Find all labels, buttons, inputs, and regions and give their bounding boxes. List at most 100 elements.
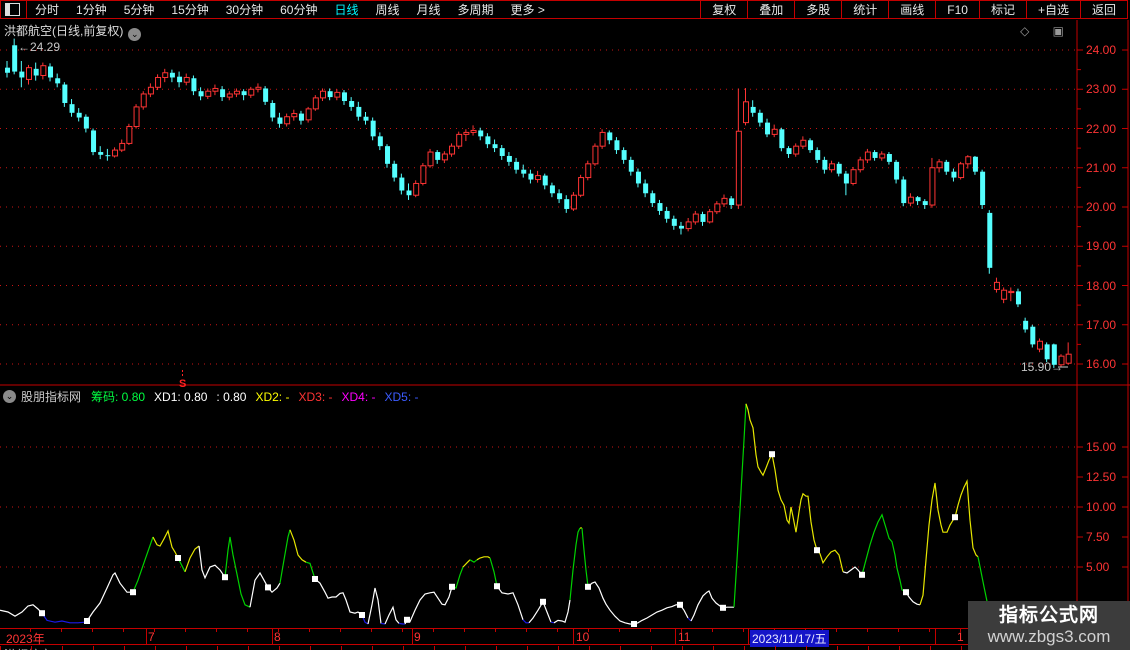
site-watermark: 指标公式网 www.zbgs3.com: [968, 601, 1130, 650]
sub-tick: [496, 646, 497, 650]
menu-item-5分钟[interactable]: 5分钟: [124, 1, 155, 18]
price-tick-label: 18.00: [1086, 278, 1117, 293]
price-tick-label: 20.00: [1086, 200, 1117, 214]
sub-tick: [868, 646, 869, 650]
axis-tick: [371, 629, 372, 632]
axis-tick: [743, 629, 744, 632]
sub-tick: [682, 646, 683, 650]
axis-tick: [495, 629, 496, 632]
indicator-value: XD3: -: [298, 389, 333, 404]
axis-separator: [272, 629, 273, 644]
axis-tick: [61, 629, 62, 632]
sub-tick: [310, 646, 311, 650]
axis-separator: [675, 629, 676, 644]
stock-name-label[interactable]: 洪都航空(日线,前复权): [4, 24, 123, 38]
sub-tick: [0, 646, 1, 650]
clipped-status-row: 洪都航空: [0, 646, 1130, 650]
axis-month-label[interactable]: 10: [576, 630, 589, 644]
axis-tick: [216, 629, 217, 632]
menu-item-多周期[interactable]: 多周期: [458, 1, 494, 18]
sub-tick: [837, 646, 838, 650]
axis-separator: [146, 629, 147, 644]
indicator-value: XD4: -: [341, 389, 376, 404]
low-price-label: 15.90→: [1021, 360, 1064, 374]
tool-item-多股[interactable]: 多股: [794, 1, 841, 18]
tool-item-+自选[interactable]: +自选: [1025, 1, 1080, 18]
sub-tick: [31, 646, 32, 650]
chart-title: 洪都航空(日线,前复权) ⌄: [4, 22, 142, 41]
price-tick-label: 22.00: [1086, 121, 1117, 136]
sub-tick: [806, 646, 807, 650]
axis-tick: [309, 629, 310, 632]
indicator-tick-label: 5.00: [1086, 560, 1110, 574]
collapse-indicator-icon[interactable]: ⌄: [3, 390, 16, 403]
menu-item-1分钟[interactable]: 1分钟: [76, 1, 107, 18]
sub-tick: [775, 646, 776, 650]
price-tick-label: 23.00: [1086, 82, 1117, 97]
tool-item-标记[interactable]: 标记: [978, 1, 1026, 18]
menu-item-分时[interactable]: 分时: [35, 1, 59, 18]
menu-item-周线[interactable]: 周线: [375, 1, 399, 18]
signal-dash: [182, 370, 184, 377]
sub-tick: [186, 646, 187, 650]
axis-tick: [123, 629, 124, 632]
tool-item-复权[interactable]: 复权: [700, 1, 747, 18]
axis-tick: [92, 629, 93, 632]
menu-item-日线[interactable]: 日线: [334, 1, 358, 18]
menu-item-60分钟[interactable]: 60分钟: [280, 1, 317, 18]
indicator-value: : 0.80: [216, 389, 247, 404]
menu-item-30分钟[interactable]: 30分钟: [226, 1, 263, 18]
layout-icon[interactable]: [5, 3, 20, 16]
axis-tick: [650, 629, 651, 632]
axis-month-label[interactable]: 2023年: [6, 630, 45, 647]
axis-month-label[interactable]: 1: [957, 630, 964, 644]
sub-tick: [713, 646, 714, 650]
indicator-tick-label: 10.00: [1086, 500, 1117, 514]
sub-tick: [961, 646, 962, 650]
clipped-text: 洪都航空: [4, 646, 52, 650]
tool-item-F10[interactable]: F10: [935, 1, 979, 18]
sub-tick: [527, 646, 528, 650]
axis-tick: [464, 629, 465, 632]
axis-tick: [929, 629, 930, 632]
axis-separator: [748, 629, 749, 644]
axis-tick: [402, 629, 403, 632]
sub-tick: [62, 646, 63, 650]
axis-tick: [433, 629, 434, 632]
axis-month-label[interactable]: 8: [274, 630, 281, 644]
axis-tick: [712, 629, 713, 632]
chart-corner-icons[interactable]: ◇ ▣: [1020, 24, 1074, 38]
high-price-label: ←24.29: [18, 40, 61, 54]
sub-tick: [124, 646, 125, 650]
indicator-source-label[interactable]: 股朋指标网: [21, 388, 81, 405]
menu-item-更多 >[interactable]: 更多 >: [511, 1, 545, 18]
sub-tick: [341, 646, 342, 650]
axis-tick: [185, 629, 186, 632]
tool-item-画线[interactable]: 画线: [888, 1, 935, 18]
indicator-tick-label: 7.50: [1086, 530, 1110, 544]
axis-month-label[interactable]: 11: [678, 630, 690, 644]
trading-app-window: 分时 1分钟 5分钟 15分钟 30分钟 60分钟 日线 周线 月线 多周期 更多 > 复权 叠加 多股…: [0, 0, 1130, 650]
menu-item-月线[interactable]: 月线: [417, 1, 441, 18]
sell-signal-marker: S: [179, 370, 186, 390]
sub-tick: [899, 646, 900, 650]
indicator-value: XD2: -: [255, 389, 290, 404]
chevron-down-icon[interactable]: ⌄: [128, 28, 142, 41]
watermark-title: 指标公式网: [998, 604, 1099, 626]
time-axis[interactable]: 2023年 7 8 9 10 11 2023/11/17/五 1: [0, 628, 1130, 647]
axis-month-label[interactable]: 9: [414, 630, 421, 644]
sub-tick: [403, 646, 404, 650]
price-tick-label: 17.00: [1086, 317, 1117, 332]
axis-month-label[interactable]: 7: [148, 630, 155, 644]
tool-item-统计[interactable]: 统计: [841, 1, 888, 18]
axis-tick: [557, 629, 558, 632]
axis-separator: [573, 629, 574, 644]
tool-item-返回[interactable]: 返回: [1079, 1, 1127, 18]
sub-tick: [248, 646, 249, 650]
menu-item-15分钟[interactable]: 15分钟: [171, 1, 208, 18]
sub-tick: [434, 646, 435, 650]
selected-date-label[interactable]: 2023/11/17/五: [750, 630, 829, 647]
tool-item-叠加[interactable]: 叠加: [747, 1, 794, 18]
watermark-url: www.zbgs3.com: [987, 626, 1111, 646]
sub-tick: [155, 646, 156, 650]
